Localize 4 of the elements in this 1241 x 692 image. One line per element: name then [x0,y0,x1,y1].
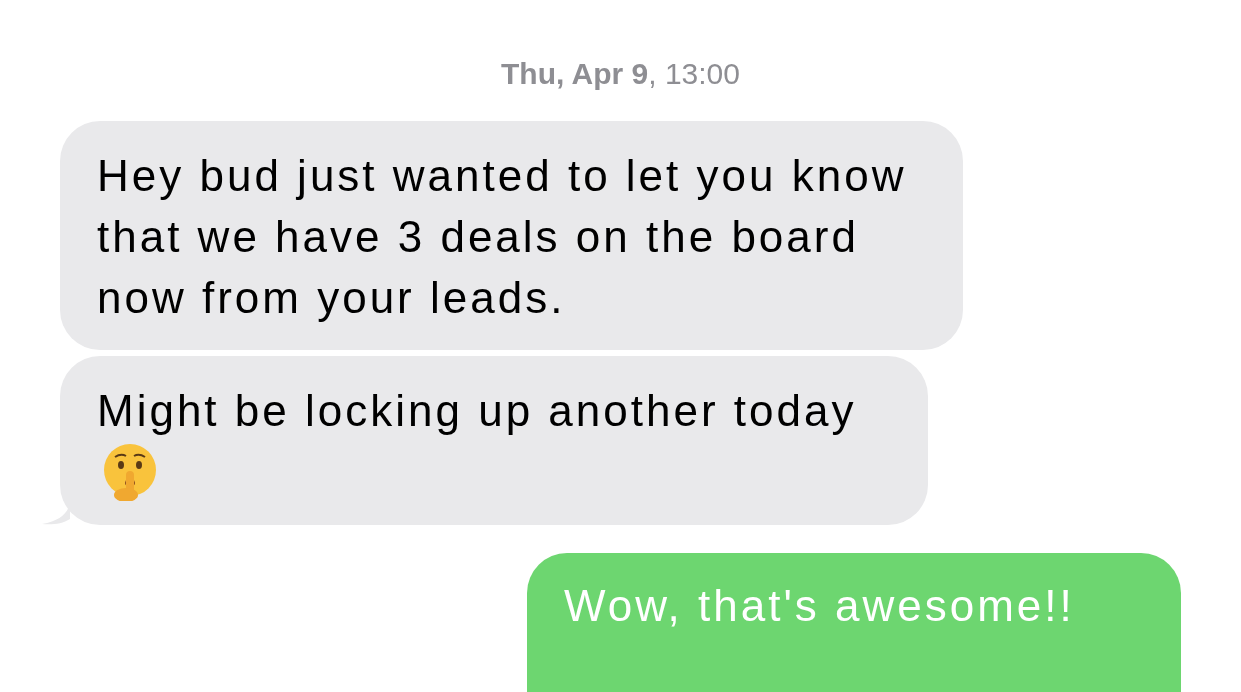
timestamp: Thu, Apr 9, 13:00 [500,56,741,92]
message-text: Wow, that's awesome!! [564,581,1075,630]
message-text: Might be locking up another today [97,386,857,435]
message-text: Hey bud just wanted to let you know that we have 3 deals on the board now from your leads. [97,151,907,322]
